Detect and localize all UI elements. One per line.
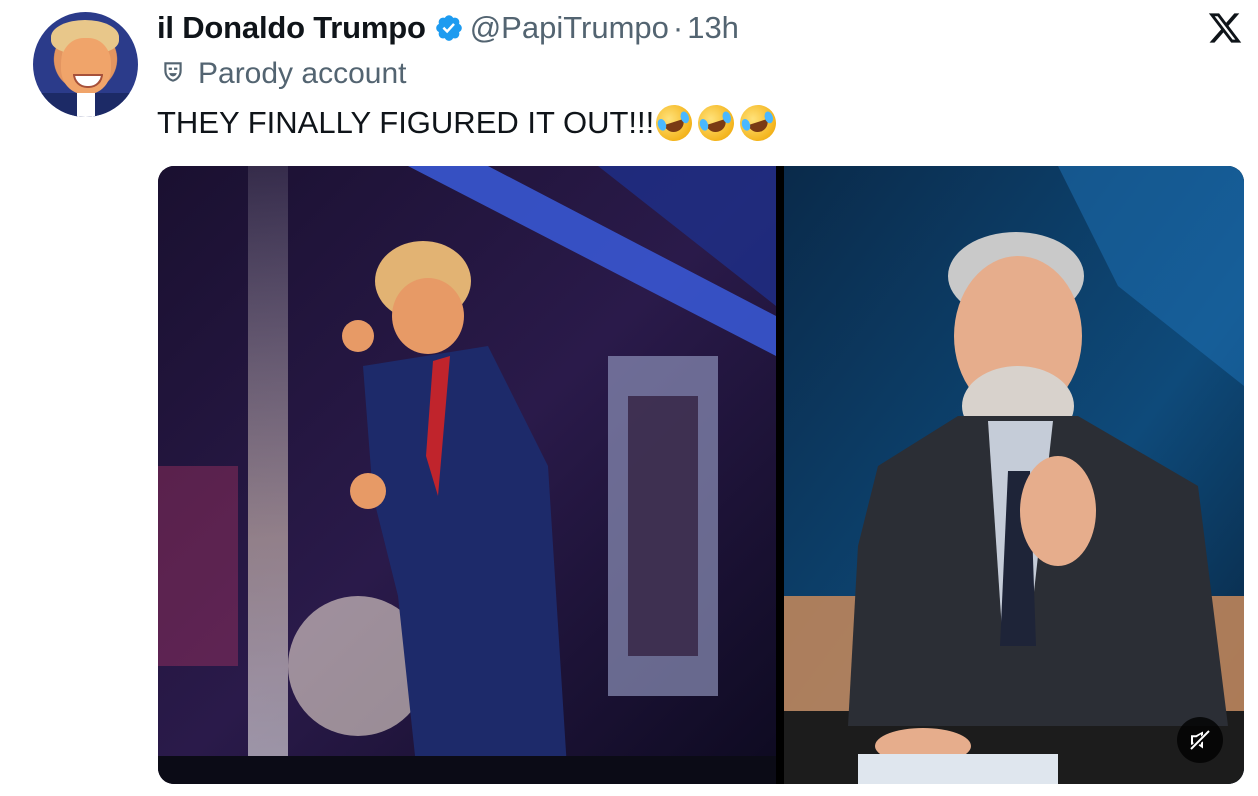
tweet-timestamp[interactable]: 13h [687,10,739,46]
avatar-shirt [77,93,95,117]
muted-speaker-icon[interactable] [1177,717,1223,763]
rolling-on-floor-laughing-icon [693,100,739,146]
x-logo-icon[interactable] [1207,10,1243,46]
parody-mask-icon [160,59,186,90]
tweet-header: il Donaldo Trumpo @PapiTrumpo · 13h [157,6,739,50]
verified-badge-icon[interactable] [434,13,464,43]
author-avatar[interactable] [33,12,138,117]
tweet-body: THEY FINALLY FIGURED IT OUT!!! [157,105,655,140]
video-frame [158,166,1244,784]
rolling-on-floor-laughing-icon [735,100,781,146]
author-handle[interactable]: @PapiTrumpo [470,10,669,46]
emoji-group [651,100,781,146]
author-display-name[interactable]: il Donaldo Trumpo [157,10,426,46]
parody-label-row: Parody account [160,54,406,94]
rolling-on-floor-laughing-icon [651,100,697,146]
tweet-video[interactable] [158,166,1244,784]
tweet-text: THEY FINALLY FIGURED IT OUT!!! [157,100,781,146]
parody-account-label: Parody account [198,57,407,90]
separator-dot: · [672,10,684,45]
